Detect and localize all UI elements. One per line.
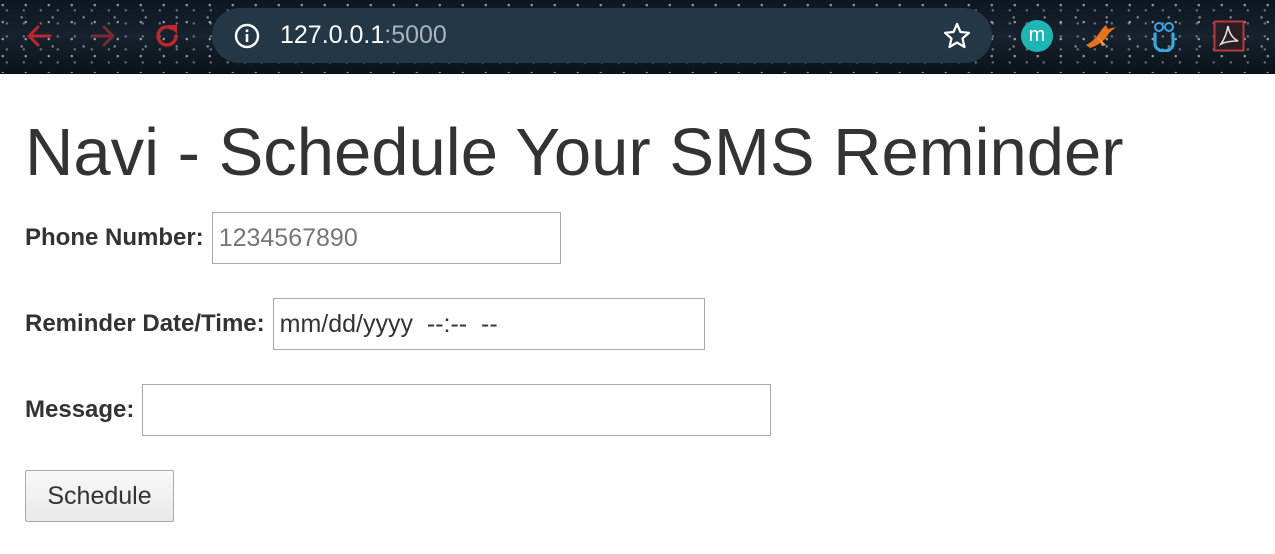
- message-row: Message:: [25, 384, 772, 436]
- back-button[interactable]: [22, 19, 56, 53]
- message-label: Message:: [25, 396, 135, 423]
- datetime-display: mm/dd/yyyy --:-- --: [279, 309, 498, 338]
- owl-extension-button[interactable]: [1147, 19, 1181, 53]
- info-icon[interactable]: [234, 23, 260, 49]
- datetime-label: Reminder Date/Time:: [25, 310, 265, 337]
- star-icon[interactable]: [942, 21, 972, 51]
- mendeley-icon: m: [1021, 20, 1053, 52]
- message-input[interactable]: [142, 384, 772, 436]
- url-port: :5000: [384, 21, 447, 49]
- phone-number-input[interactable]: [211, 212, 561, 264]
- reload-button[interactable]: [150, 19, 184, 53]
- pdf-extension-icon: [1213, 20, 1245, 52]
- datetime-row: Reminder Date/Time: mm/dd/yyyy --:-- --: [25, 298, 705, 350]
- reload-icon: [156, 25, 178, 47]
- url-text[interactable]: 127.0.0.1:5000: [280, 22, 447, 49]
- page-title: Navi - Schedule Your SMS Reminder: [25, 115, 1124, 190]
- url-host: 127.0.0.1: [280, 21, 385, 49]
- address-bar[interactable]: 127.0.0.1:5000: [212, 8, 992, 63]
- owl-extension-icon: [1153, 22, 1175, 52]
- mendeley-extension-button[interactable]: m: [1020, 19, 1054, 53]
- phone-label: Phone Number:: [25, 224, 204, 251]
- bird-extension-button[interactable]: [1084, 19, 1118, 53]
- reminder-datetime-input[interactable]: mm/dd/yyyy --:-- --: [272, 298, 705, 350]
- schedule-button[interactable]: Schedule: [25, 470, 174, 522]
- back-arrow-icon: [27, 25, 52, 47]
- forward-button[interactable]: [86, 19, 120, 53]
- browser-toolbar: 127.0.0.1:5000 m: [0, 0, 1275, 74]
- phone-row: Phone Number:: [25, 212, 561, 264]
- forward-arrow-icon: [90, 25, 115, 47]
- pdf-extension-button[interactable]: [1212, 19, 1246, 53]
- bird-extension-icon: [1086, 25, 1116, 48]
